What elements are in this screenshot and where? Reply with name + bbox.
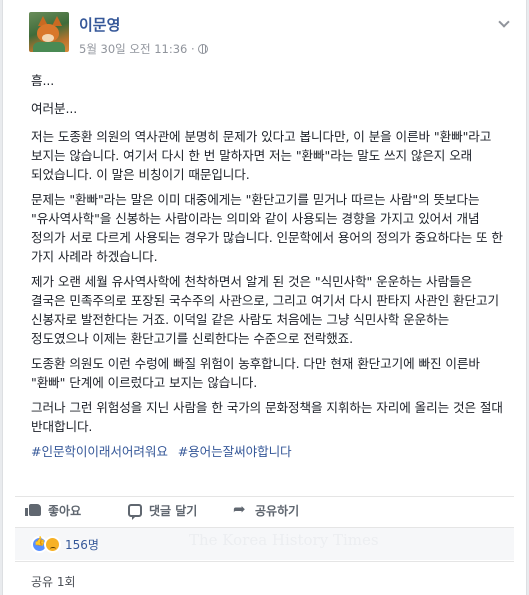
post-paragraph: 도종환 의원도 이런 수렁에 빠질 위험이 농후합니다. 다만 현재 환단고기에…	[31, 356, 480, 390]
post-paragraph: 저는 도종환 의원의 역사관에 분명히 문제가 있다고 봅니다만, 이 분을 이…	[31, 129, 492, 182]
divider	[15, 496, 514, 497]
sad-reaction-icon	[44, 536, 61, 553]
hashtag-list: #인문학이이래서어려워요 #용어는잘써야합니다	[31, 442, 509, 461]
author-name[interactable]: 이문영	[79, 14, 120, 35]
share-count[interactable]: 공유 1회	[31, 573, 76, 590]
chevron-down-icon[interactable]	[498, 16, 510, 28]
hashtag-link[interactable]: #인문학이이래서어려워요	[31, 444, 168, 459]
like-button[interactable]: 좋아요	[25, 501, 82, 519]
avatar-shirt	[33, 42, 65, 52]
share-icon	[233, 500, 248, 518]
post-card: 이문영 5월 30일 오전 11:36 · 흠... 여러분... 저는 도종환…	[2, 0, 527, 595]
divider	[15, 561, 514, 562]
avatar-muzzle	[42, 34, 54, 42]
post-paragraph: 제가 오랜 세월 유사역사학에 천착하면서 알게 된 것은 "식민사학" 운운하…	[31, 274, 499, 346]
post-paragraph: 그러나 그런 위험성을 지닌 사람을 한 국가의 문화정책을 지휘하는 자리에 …	[31, 400, 503, 434]
reactions-summary[interactable]: 156명	[31, 536, 99, 553]
like-label: 좋아요	[48, 503, 82, 518]
share-button[interactable]: 공유하기	[233, 500, 300, 519]
comment-button[interactable]: 댓글 달기	[128, 501, 198, 520]
post-body: 흠... 여러분... 저는 도종환 의원의 역사관에 분명히 문제가 있다고 …	[31, 71, 509, 467]
hashtag-link[interactable]: #용어는잘써야합니다	[178, 444, 292, 459]
globe-icon	[197, 44, 208, 54]
watermark: The Korea History Times	[189, 531, 379, 549]
post-paragraph: 문제는 "환빠"라는 말은 이미 대중에게는 "환단고기를 믿거나 따르는 사람…	[31, 192, 503, 264]
author-avatar[interactable]	[29, 12, 69, 52]
share-label: 공유하기	[255, 503, 300, 518]
post-paragraph: 여러분...	[31, 101, 78, 116]
comment-icon	[128, 503, 142, 520]
post-meta: 5월 30일 오전 11:36 ·	[79, 41, 208, 57]
thumbs-up-icon	[25, 504, 41, 516]
reaction-count[interactable]: 156명	[65, 536, 99, 553]
post-paragraph: 흠...	[31, 73, 55, 88]
post-timestamp[interactable]: 5월 30일 오전 11:36 ·	[79, 42, 195, 56]
comment-label: 댓글 달기	[149, 503, 198, 518]
